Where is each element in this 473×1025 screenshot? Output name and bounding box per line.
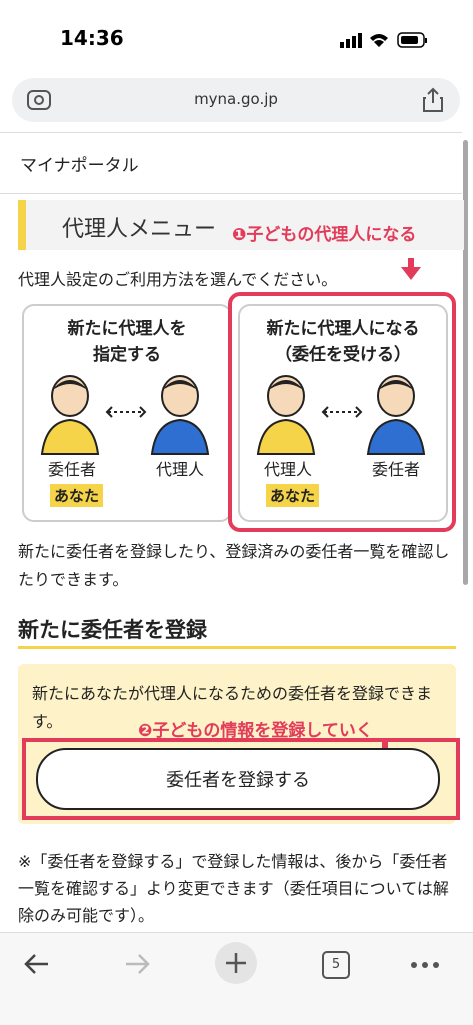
register-note: ※「委任者を登録する」で登録した情報は、後から「委任者一覧を確認する」より変更で… (18, 852, 449, 925)
role-agent: 代理人 (155, 460, 204, 479)
status-bar: 14:36 (0, 0, 473, 78)
address-bar[interactable]: myna.go.jp (12, 78, 460, 122)
highlight-box-become-agent (228, 292, 456, 532)
more-icon[interactable] (410, 961, 440, 969)
register-delegator-button[interactable]: 委任者を登録する (36, 748, 440, 810)
site-header: マイナポータル (0, 132, 462, 194)
back-icon[interactable] (22, 951, 52, 977)
you-badge: あなた (50, 484, 104, 507)
new-tab-icon[interactable] (214, 941, 258, 985)
role-delegator: 委任者 (47, 460, 96, 479)
section-underline (18, 646, 456, 649)
site-title[interactable]: マイナポータル (20, 151, 139, 176)
clock: 14:36 (60, 26, 124, 50)
forward-icon[interactable] (122, 951, 152, 977)
menu-description: 新たに委任者を登録したり、登録済みの委任者一覧を確認したりできます。 (18, 542, 450, 589)
section-title: 新たに委任者を登録 (18, 618, 207, 642)
menu-title: 代理人メニュー (62, 217, 217, 242)
register-button-label: 委任者を登録する (166, 770, 310, 791)
browser-toolbar: 5 (0, 932, 473, 1025)
card-designate-agent[interactable]: 新たに代理人を 指定する 委任者 代理人 あなた (22, 304, 232, 522)
menu-intro: 代理人設定のご利用方法を選んでください。 (18, 270, 338, 289)
status-icons (340, 32, 427, 48)
tabs-icon[interactable]: 5 (322, 951, 350, 979)
card-title-line1: 新たに代理人を (67, 319, 187, 339)
share-icon[interactable] (422, 87, 444, 113)
annotation-step-1: ❶子どもの代理人になる (232, 225, 417, 245)
url-text[interactable]: myna.go.jp (12, 90, 460, 108)
card-title-line2: 指定する (93, 345, 161, 365)
